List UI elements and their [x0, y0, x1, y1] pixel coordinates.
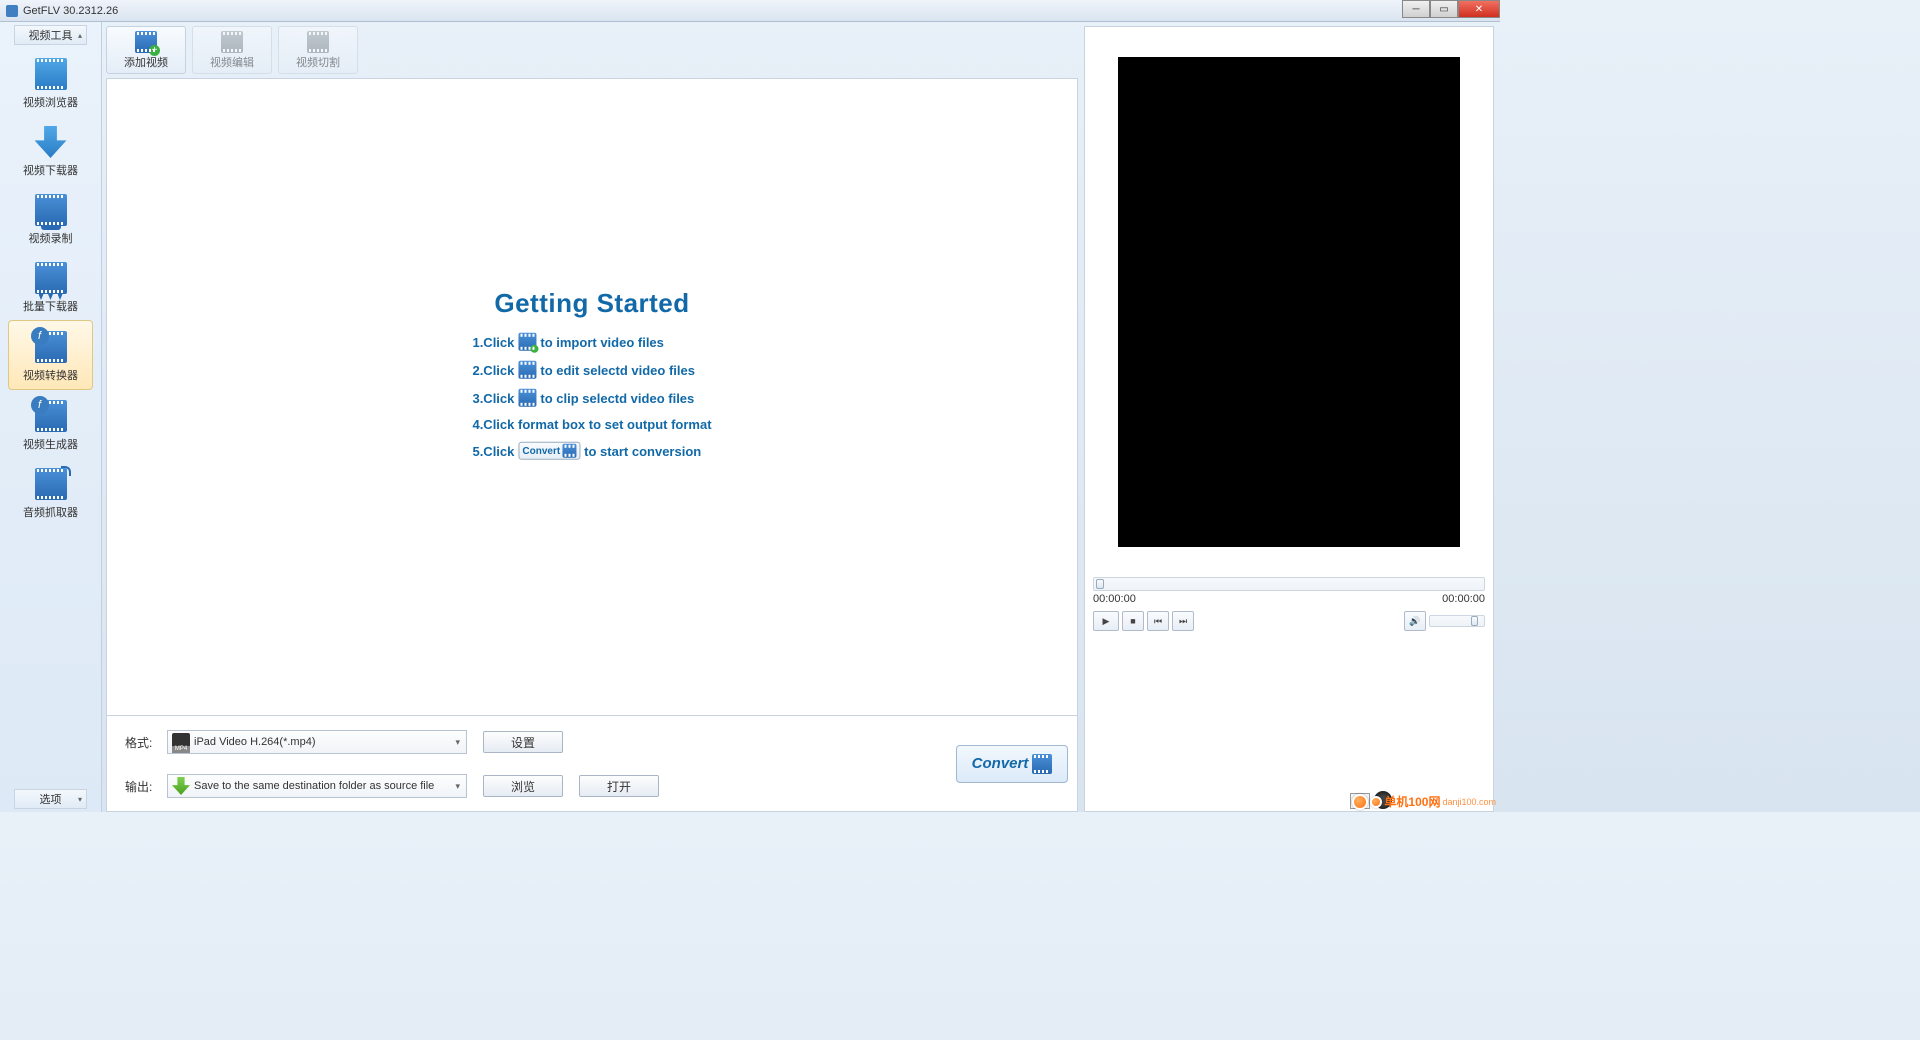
time-start: 00:00:00 — [1093, 593, 1136, 605]
format-dropdown[interactable]: MP4 iPad Video H.264(*.mp4) — [167, 730, 467, 754]
stop-button[interactable]: ■ — [1122, 611, 1144, 631]
record-icon — [35, 194, 67, 226]
output-value: Save to the same destination folder as s… — [194, 780, 434, 792]
sidebar-item-batch[interactable]: 批量下载器 — [0, 252, 101, 320]
download-arrow-icon — [172, 777, 190, 795]
output-dropdown[interactable]: Save to the same destination folder as s… — [167, 774, 467, 798]
edit-film-icon — [221, 31, 243, 53]
watermark-logo-icon-small — [1370, 796, 1382, 808]
app-icon — [6, 5, 18, 17]
sidebar-item-downloader[interactable]: 视频下载器 — [0, 116, 101, 184]
mute-button[interactable]: 🔊 — [1404, 611, 1426, 631]
sidebar-item-audio[interactable]: 音频抓取器 — [0, 458, 101, 526]
watermark-logo-icon — [1352, 794, 1368, 810]
batch-icon — [35, 262, 67, 294]
prev-button[interactable]: ⏮ — [1147, 611, 1169, 631]
format-value: iPad Video H.264(*.mp4) — [194, 736, 315, 748]
open-button[interactable]: 打开 — [579, 775, 659, 797]
volume-slider[interactable] — [1429, 615, 1485, 627]
convert-film-icon — [1032, 754, 1052, 774]
minimize-button[interactable]: ─ — [1402, 0, 1430, 18]
sidebar-item-converter[interactable]: f 视频转换器 — [8, 320, 93, 390]
toolbar-add-video[interactable]: + 添加视频 — [106, 26, 186, 74]
mini-edit-icon — [518, 361, 536, 379]
toolbar-edit-video: 视频编辑 — [192, 26, 272, 74]
toolbar-clip-video: 视频切割 — [278, 26, 358, 74]
format-label: 格式: — [125, 734, 167, 751]
convert-icon: f — [35, 331, 67, 363]
add-film-icon: + — [135, 31, 157, 53]
audio-icon — [35, 468, 67, 500]
time-end: 00:00:00 — [1442, 593, 1485, 605]
mini-convert-badge: Convert — [518, 442, 580, 460]
sidebar: 视频工具 视频浏览器 视频下载器 视频录制 批量下载器 f 视频转换器 — [0, 22, 102, 812]
getting-started-guide: Getting Started 1.Click to import video … — [472, 288, 711, 470]
guide-title: Getting Started — [472, 288, 711, 319]
settings-button[interactable]: 设置 — [483, 731, 563, 753]
titlebar: GetFLV 30.2312.26 ─ ▭ ✕ — [0, 0, 1500, 22]
window-title: GetFLV 30.2312.26 — [23, 5, 118, 17]
guide-step-5: 5.Click Convert to start conversion — [472, 442, 711, 460]
preview-video — [1118, 57, 1460, 547]
sidebar-item-recorder[interactable]: 视频录制 — [0, 184, 101, 252]
watermark: 单机100网 danji100.com — [1352, 793, 1496, 810]
convert-button[interactable]: Convert — [956, 745, 1068, 783]
toolbar: + 添加视频 视频编辑 视频切割 — [106, 26, 1078, 74]
sidebar-footer[interactable]: 选项 — [14, 789, 87, 809]
maximize-button[interactable]: ▭ — [1430, 0, 1458, 18]
browser-icon — [35, 58, 67, 90]
generate-icon: f — [35, 400, 67, 432]
preview-panel: 00:00:00 00:00:00 ▶ ■ ⏮ ⏭ 🔊 — [1084, 26, 1494, 812]
close-button[interactable]: ✕ — [1458, 0, 1500, 18]
guide-step-1: 1.Click to import video files — [472, 333, 711, 351]
play-button[interactable]: ▶ — [1093, 611, 1119, 631]
bottom-bar: 格式: MP4 iPad Video H.264(*.mp4) 设置 输出: S… — [106, 716, 1078, 812]
sidebar-item-browser[interactable]: 视频浏览器 — [0, 48, 101, 116]
mp4-icon: MP4 — [172, 733, 190, 751]
download-icon — [35, 126, 67, 158]
browse-button[interactable]: 浏览 — [483, 775, 563, 797]
sidebar-header[interactable]: 视频工具 — [14, 25, 87, 45]
guide-step-3: 3.Click to clip selectd video files — [472, 389, 711, 407]
clip-film-icon — [307, 31, 329, 53]
guide-step-2: 2.Click to edit selectd video files — [472, 361, 711, 379]
seek-slider[interactable] — [1093, 577, 1485, 591]
main-canvas: Getting Started 1.Click to import video … — [106, 78, 1078, 716]
mini-clip-icon — [518, 389, 536, 407]
guide-step-4: 4.Click format box to set output format — [472, 417, 711, 432]
mini-add-icon — [518, 333, 536, 351]
sidebar-item-generator[interactable]: f 视频生成器 — [0, 390, 101, 458]
next-button[interactable]: ⏭ — [1172, 611, 1194, 631]
output-label: 输出: — [125, 778, 167, 795]
